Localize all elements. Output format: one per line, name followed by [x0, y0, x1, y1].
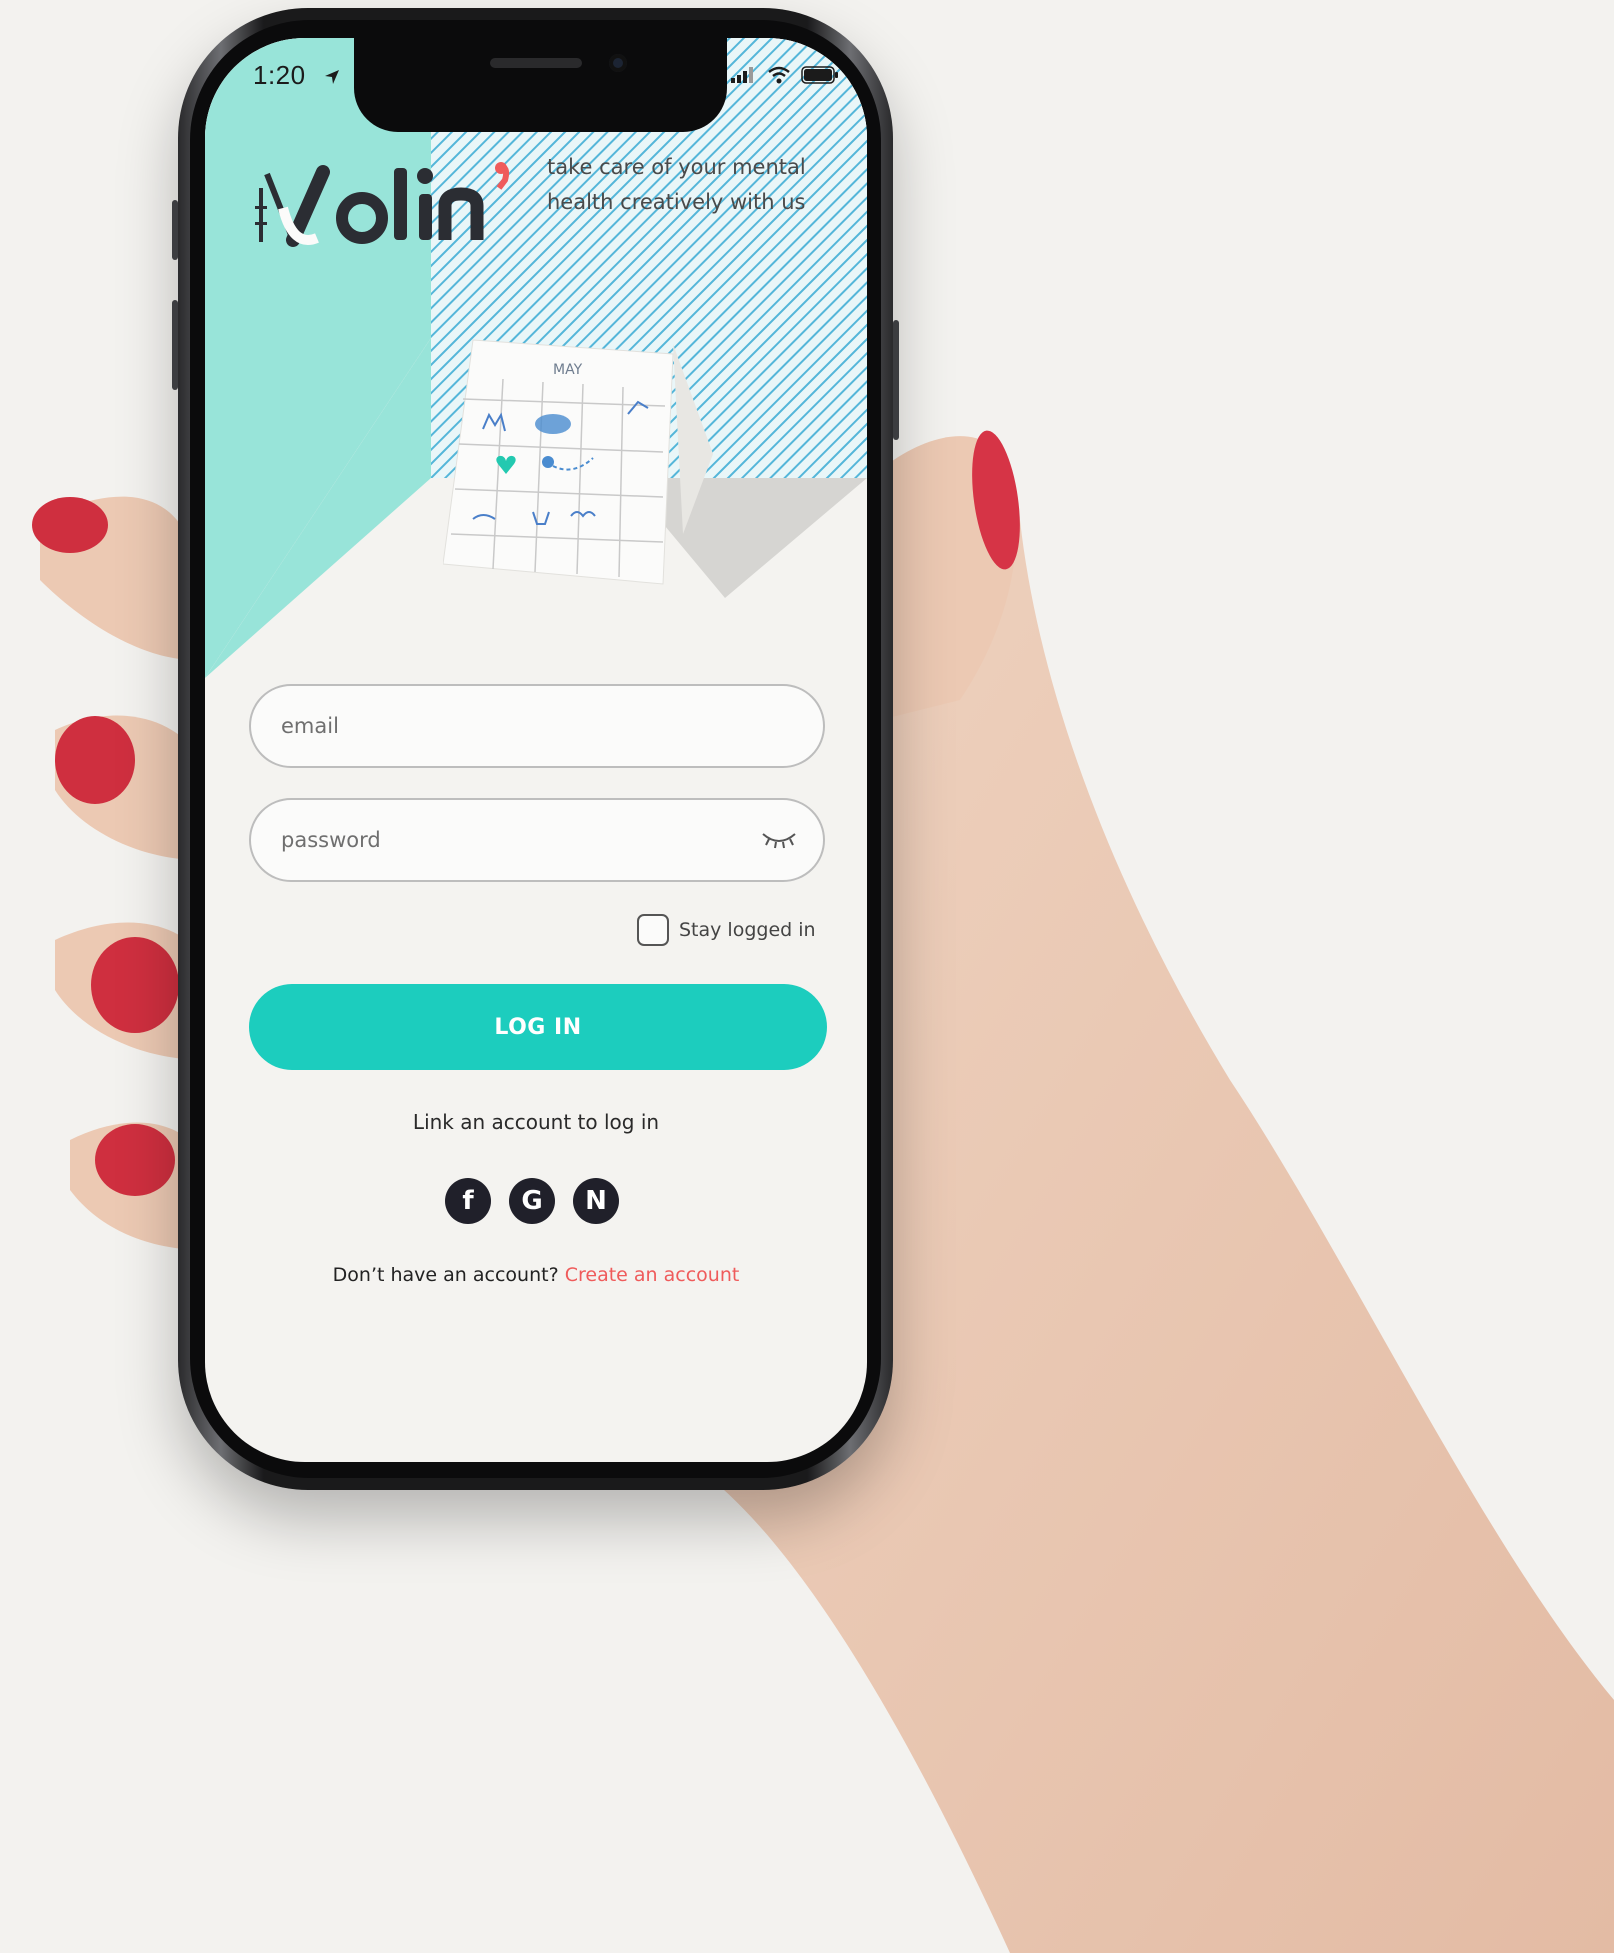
- location-arrow-icon: [325, 70, 340, 85]
- google-login-button[interactable]: G: [509, 1178, 555, 1224]
- google-icon: G: [521, 1186, 543, 1216]
- side-button-left: [172, 200, 178, 260]
- side-button-left-2: [172, 300, 178, 390]
- wifi-icon: [768, 66, 790, 84]
- battery-icon: [801, 66, 838, 84]
- side-button-right: [893, 320, 899, 440]
- stay-logged-in-row[interactable]: Stay logged in: [637, 914, 816, 946]
- n-login-button[interactable]: N: [573, 1178, 619, 1224]
- password-field[interactable]: [251, 800, 721, 880]
- app-screen: MAY 1:20 take care of your mental health…: [205, 38, 867, 1462]
- email-field-container: [249, 684, 825, 768]
- calendar-illustration: MAY: [443, 339, 713, 585]
- tagline: take care of your mental health creative…: [547, 155, 806, 214]
- speaker: [490, 58, 582, 68]
- status-time-text: 1:20: [253, 60, 306, 90]
- password-field-container: [249, 798, 825, 882]
- volin-logo: [255, 162, 510, 247]
- link-account-prompt: Link an account to log in: [412, 1110, 660, 1134]
- login-button[interactable]: LOG IN: [249, 984, 827, 1070]
- n-icon: N: [585, 1186, 607, 1216]
- social-login-buttons: f G N: [445, 1178, 619, 1224]
- facebook-login-button[interactable]: f: [445, 1178, 491, 1224]
- status-icons: [731, 66, 839, 84]
- eye-closed-icon[interactable]: [759, 828, 799, 852]
- stay-logged-in-checkbox[interactable]: [637, 914, 669, 946]
- cellular-signal-icon: [731, 67, 753, 83]
- signup-row: Don’t have an account? Create an account: [205, 1264, 867, 1286]
- stay-logged-in-label: Stay logged in: [679, 919, 816, 941]
- status-time: 1:20: [253, 60, 341, 91]
- email-field[interactable]: [251, 686, 721, 766]
- facebook-icon: f: [462, 1186, 474, 1216]
- signup-prompt: Don’t have an account?: [332, 1264, 559, 1286]
- create-account-link[interactable]: Create an account: [565, 1264, 740, 1286]
- calendar-month: MAY: [553, 362, 583, 378]
- front-camera: [609, 54, 627, 72]
- notch: [354, 38, 727, 132]
